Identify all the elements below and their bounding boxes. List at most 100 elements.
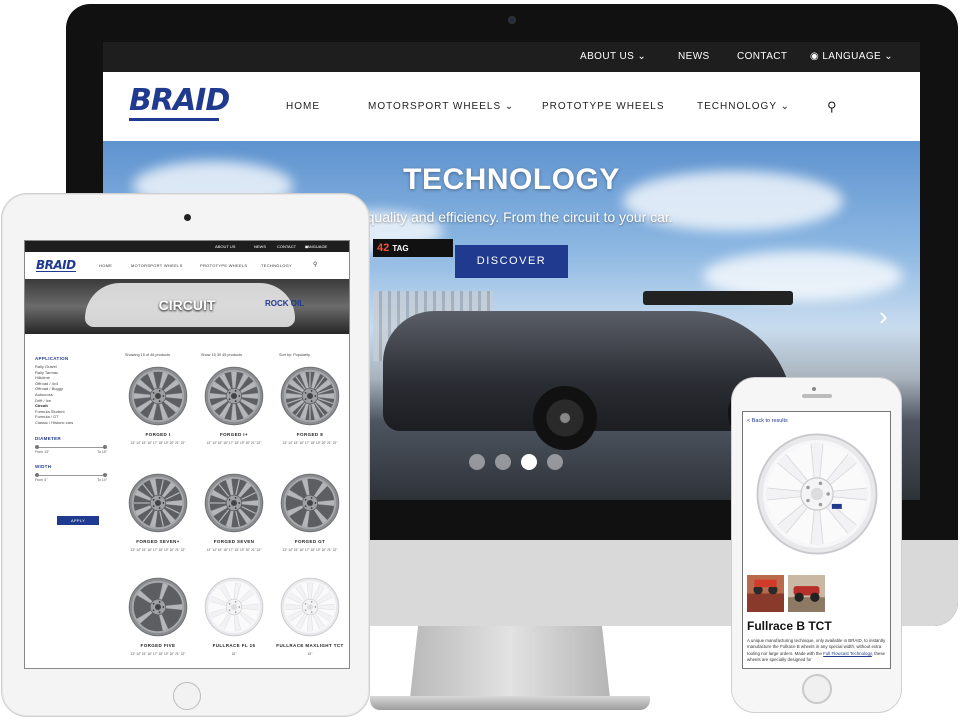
nav-technology[interactable]: TECHNOLOGY ⌄ [697,72,790,141]
nav-motorsport-wheels[interactable]: MOTORSPORT WHEELS [131,252,183,279]
search-icon[interactable]: ⚲ [827,72,838,141]
nav-technology[interactable]: TECHNOLOGY [261,252,292,279]
news-link[interactable]: NEWS [254,241,266,252]
product-description: A unique manufacturing technique, only a… [747,638,887,664]
nav-prototype-wheels[interactable]: PROTOTYPE WHEELS [200,252,247,279]
braid-badge [831,503,842,509]
nav-motorsport-wheels[interactable]: MOTORSPORT WHEELS ⌄ [368,72,514,141]
contact-link[interactable]: CONTACT [737,42,787,72]
product-thumbnail[interactable] [788,575,825,612]
results-count: Showing 15 of 46 products [125,353,170,357]
chevron-right-icon[interactable]: › [879,301,888,332]
about-us-menu[interactable]: ABOUT US [215,241,235,252]
product-name[interactable]: FULLRACE FL 15 [197,643,271,648]
chevron-down-icon: ⌄ [884,51,894,62]
sort-select[interactable]: Sort by: Popularity [279,351,310,359]
main-navigation: BRAID HOME MOTORSPORT WHEELS PROTOTYPE W… [25,252,349,279]
slider-handle-min[interactable] [35,444,39,449]
imac-stand [410,626,610,698]
product-thumbnail[interactable] [747,575,784,612]
product-card[interactable]: FORGED FIVE 13" 14" 15" 16" 17" 18" 19" 2… [121,577,195,668]
product-sizes: 13" 14" 15" 16" 17" 18" 19" 20" 21" 22" [282,548,338,552]
diameter-slider[interactable]: From 13" To 19" [35,444,107,454]
product-name[interactable]: FORGED I [121,432,195,437]
tablet-website: ABOUT US NEWS CONTACT ◉ LANGUAGE BRAID H… [24,240,350,669]
product-name[interactable]: FORGED I+ [197,432,271,437]
globe-icon: ◉ [810,51,820,62]
imac-stand-base [370,696,650,710]
wheel-image[interactable] [204,577,264,637]
nav-home[interactable]: HOME [99,252,112,279]
nav-motorsport-wheels-label: MOTORSPORT WHEELS [368,101,502,112]
product-sizes: 15" [307,652,313,656]
wheel-image[interactable] [280,473,340,533]
nav-home[interactable]: HOME [286,72,320,141]
product-name[interactable]: FULLRACE MAXLIGHT TCT [273,643,347,648]
contact-link[interactable]: CONTACT [277,241,296,252]
product-wheel-image [756,433,878,555]
diameter-heading: DIAMETER [35,435,61,441]
logo-underline [129,118,219,121]
iphone-home-button[interactable] [802,674,832,704]
slider-track [37,446,105,448]
wheel-image[interactable] [128,577,188,637]
back-to-results-link[interactable]: < Back to results [747,418,788,424]
apply-filter-button[interactable]: APPLY [57,516,99,525]
wheel-image[interactable] [280,366,340,426]
news-link[interactable]: NEWS [678,42,710,72]
product-name[interactable]: FORGED FIVE [121,643,195,648]
ipad-frame: ABOUT US NEWS CONTACT ◉ LANGUAGE BRAID H… [1,193,370,717]
product-card[interactable]: FORGED I 13" 14" 15" 16" 17" 18" 19" 20" … [121,366,195,466]
slider-dot[interactable] [547,454,563,470]
mobile-product-page: < Back to results Fullrace B TCT A uniqu… [742,411,891,669]
logo-text: BRAID [129,83,230,118]
product-card[interactable]: FORGED SEVEN 13" 14" 15" 16" 17" 18" 19" … [197,473,271,573]
product-card[interactable]: FULLRACE MAXLIGHT TCT 15" [273,577,347,668]
wheel-image[interactable] [204,366,264,426]
car-rear-wing [643,291,793,305]
slider-dot[interactable] [495,454,511,470]
width-slider[interactable]: From 4" To 14" [35,472,107,482]
search-icon[interactable]: ⚲ [313,252,318,279]
wheel-image[interactable] [128,473,188,533]
timing-board: 42 TAG [373,239,453,257]
discover-button[interactable]: DISCOVER [455,245,568,278]
product-sizes: 13" 14" 15" 16" 17" 18" 19" 20" 21" 22" [206,548,262,552]
product-sizes: 13" 14" 15" 16" 17" 18" 19" 20" 21" 22" [130,652,186,656]
slider-track [37,474,105,476]
application-filter-item[interactable]: Classic / Historic cars [35,420,107,426]
product-card[interactable]: FORGED I+ 13" 14" 15" 16" 17" 18" 19" 20"… [197,366,271,466]
braid-logo[interactable]: BRAID [36,259,76,272]
wheel-image[interactable] [280,577,340,637]
language-label: LANGUAGE [305,244,328,249]
about-us-menu[interactable]: ABOUT US ⌄ [580,42,646,72]
product-card[interactable]: FORGED SEVEN+ 13" 14" 15" 16" 17" 18" 19"… [121,473,195,573]
product-name[interactable]: FORGED SEVEN+ [121,539,195,544]
wheel-image[interactable] [204,473,264,533]
product-card[interactable]: FULLRACE FL 15 15" [197,577,271,668]
product-name[interactable]: FORGED 8 [273,432,347,437]
product-title: Fullrace B TCT [747,619,832,633]
slider-dot[interactable] [469,454,485,470]
slider-handle-max[interactable] [103,472,107,477]
slider-dot-active[interactable] [521,454,537,470]
per-page-selector[interactable]: Show 15 30 45 products [201,351,242,359]
product-card[interactable]: FORGED GT 13" 14" 15" 16" 17" 18" 19" 20"… [273,473,347,573]
language-menu[interactable]: ◉ LANGUAGE ⌄ [810,42,893,72]
braid-logo[interactable]: BRAID [129,83,230,126]
car-front-wheel [533,386,597,450]
technology-link[interactable]: Full Flowcast Technology [823,651,872,656]
responsive-devices-mockup: ABOUT US ⌄ NEWS CONTACT ◉ LANGUAGE ⌄ BRA… [0,0,960,720]
product-name[interactable]: FORGED SEVEN [197,539,271,544]
category-hero: CIRCUIT ROCK OIL [25,279,349,334]
product-sizes: 13" 14" 15" 16" 17" 18" 19" 20" 21" 22" [130,548,186,552]
width-heading: WIDTH [35,463,52,469]
product-card[interactable]: FORGED 8 13" 14" 15" 16" 17" 18" 19" 20" … [273,366,347,466]
ipad-home-button[interactable] [173,682,201,710]
nav-prototype-wheels[interactable]: PROTOTYPE WHEELS [542,72,665,141]
slider-handle-max[interactable] [103,444,107,449]
diameter-to: To 19" [97,449,107,454]
wheel-image[interactable] [128,366,188,426]
product-name[interactable]: FORGED GT [273,539,347,544]
slider-handle-min[interactable] [35,472,39,477]
